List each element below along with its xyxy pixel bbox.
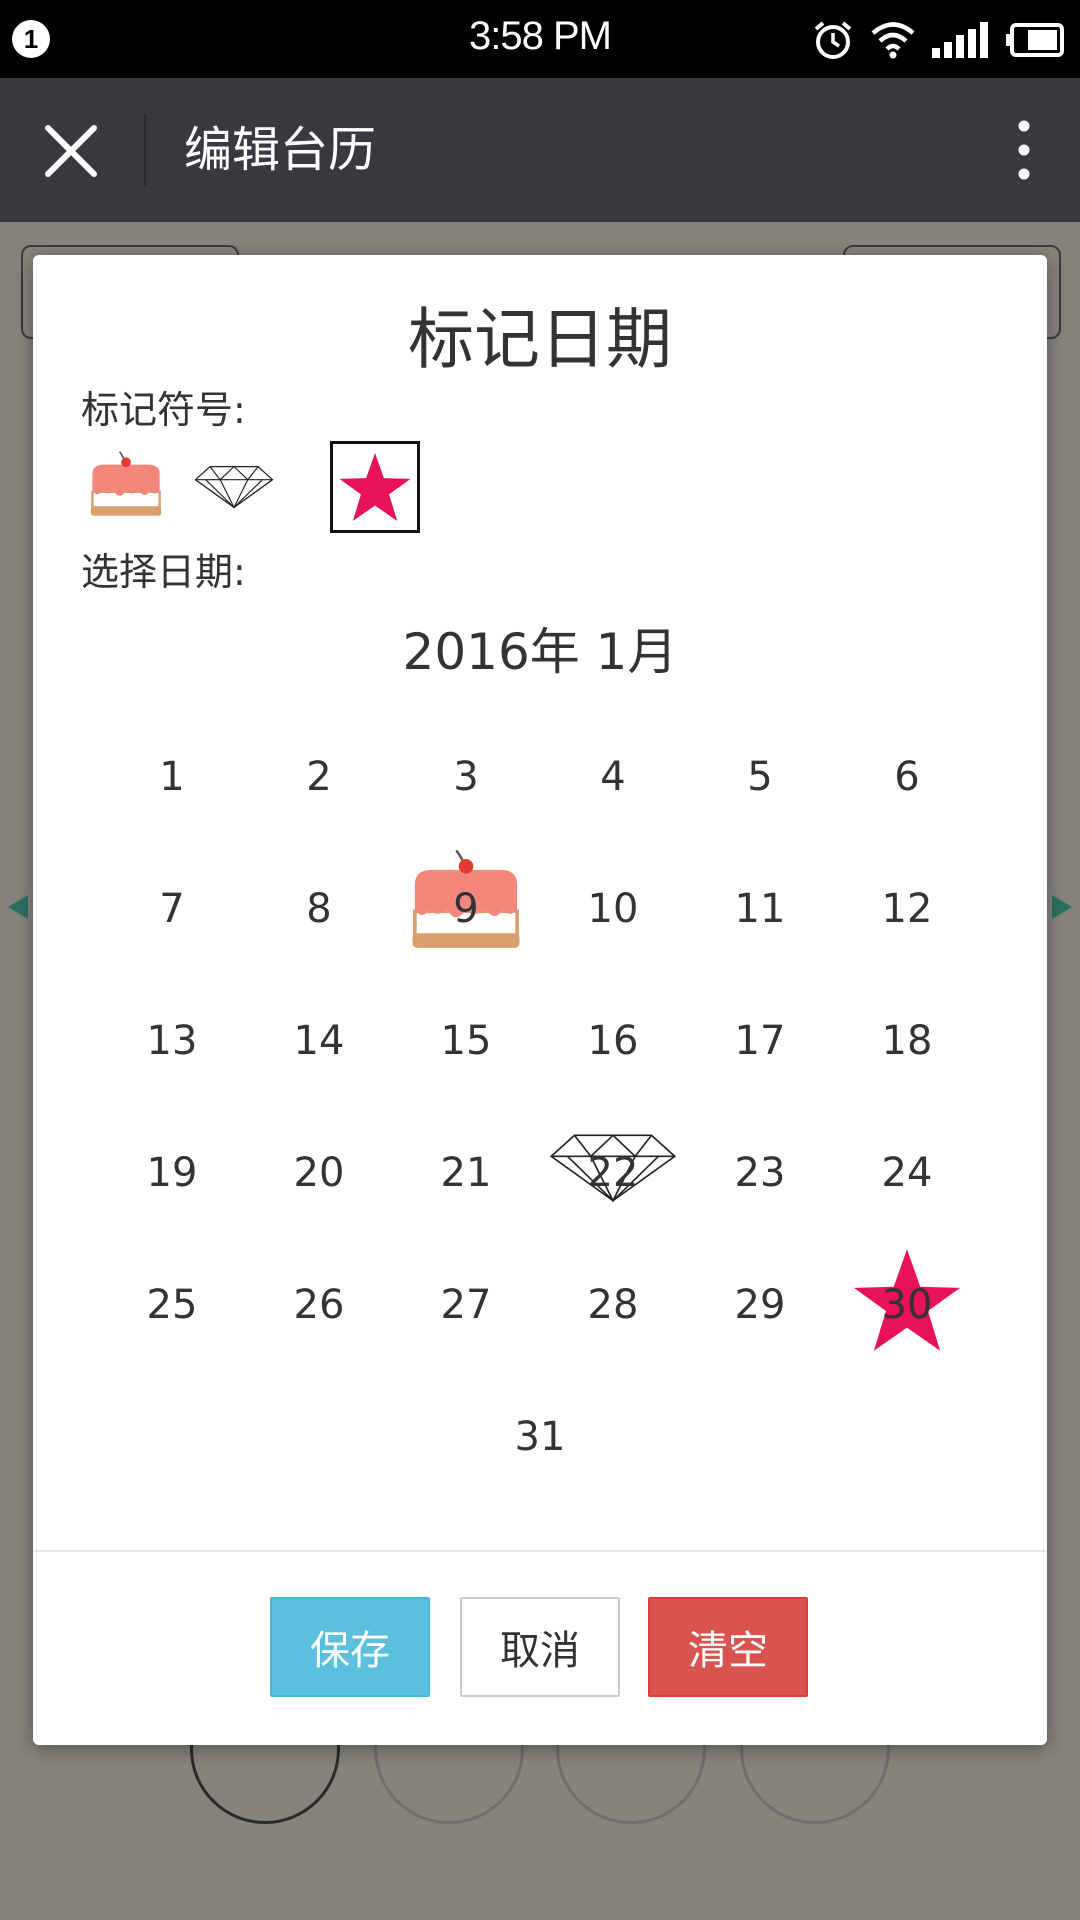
calendar-day-number: 16 [587,1018,639,1064]
calendar-day-number: 20 [293,1150,345,1196]
calendar-day-number: 18 [881,1018,933,1064]
calendar-day[interactable]: 15 [396,991,536,1091]
calendar-day[interactable]: 24 [837,1123,977,1223]
calendar-day[interactable]: 3 [396,727,536,827]
calendar-day[interactable]: 30 [837,1249,977,1355]
calendar-day[interactable]: 23 [690,1123,830,1223]
calendar-day[interactable]: 1 [102,727,242,827]
mark-date-dialog: 标记日期 标记符号: 选择日期: 2016年 1月 1 2 3 4 5 6 7 … [33,255,1047,1745]
calendar-day-number: 11 [734,886,786,932]
calendar-day-number: 9 [453,886,479,932]
more-vertical-icon[interactable] [1012,118,1036,182]
app-bar-divider [144,114,146,186]
calendar-day-number: 4 [600,754,626,800]
calendar-day-number: 28 [587,1282,639,1328]
calendar-day[interactable]: 29 [690,1255,830,1355]
calendar-day-number: 30 [881,1282,933,1328]
calendar-day-number: 31 [514,1414,566,1460]
calendar-day[interactable]: 19 [102,1123,242,1223]
calendar-day[interactable]: 14 [249,991,389,1091]
calendar-day[interactable]: 7 [102,859,242,959]
calendar-day-number: 27 [440,1282,492,1328]
calendar-day-number: 22 [587,1150,639,1196]
status-bar: 1 3:58 PM [0,0,1080,78]
cancel-button[interactable]: 取消 [460,1597,620,1697]
prev-arrow-icon [8,895,28,919]
calendar-day[interactable]: 9 [396,849,536,959]
calendar-day-number: 6 [894,754,920,800]
calendar-day-number: 29 [734,1282,786,1328]
calendar-day-number: 2 [306,754,332,800]
calendar-day[interactable]: 8 [249,859,389,959]
calendar-day[interactable]: 10 [543,859,683,959]
battery-icon [1006,23,1064,57]
calendar-day[interactable]: 17 [690,991,830,1091]
calendar-day-number: 13 [146,1018,198,1064]
calendar-day[interactable]: 26 [249,1255,389,1355]
calendar-day[interactable]: 21 [396,1123,536,1223]
clear-button[interactable]: 清空 [648,1597,808,1697]
calendar-day[interactable]: 28 [543,1255,683,1355]
calendar-day-number: 23 [734,1150,786,1196]
calendar-day-number: 24 [881,1150,933,1196]
calendar-day-number: 8 [306,886,332,932]
save-button[interactable]: 保存 [270,1597,430,1697]
calendar-day[interactable]: 4 [543,727,683,827]
calendar-day[interactable]: 25 [102,1255,242,1355]
calendar-day-number: 1 [159,754,185,800]
calendar-day[interactable]: 13 [102,991,242,1091]
calendar-day-number: 15 [440,1018,492,1064]
calendar-day-number: 14 [293,1018,345,1064]
alarm-icon [814,21,852,59]
calendar-day-number: 3 [453,754,479,800]
calendar-day[interactable]: 16 [543,991,683,1091]
app-bar: 编辑台历 [0,78,1080,222]
calendar-day[interactable]: 12 [837,859,977,959]
calendar-day[interactable]: 2 [249,727,389,827]
close-icon[interactable] [44,124,98,178]
calendar-day[interactable]: 6 [837,727,977,827]
calendar-day-number: 26 [293,1282,345,1328]
signal-icon [932,22,988,58]
calendar-day[interactable]: 20 [249,1123,389,1223]
calendar-day-number: 7 [159,886,185,932]
wifi-icon [871,22,915,59]
calendar-day[interactable]: 22 [543,1123,683,1223]
calendar-day-number: 19 [146,1150,198,1196]
calendar-day-number: 10 [587,886,639,932]
calendar-day-number: 21 [440,1150,492,1196]
calendar-day[interactable]: 31 [470,1387,610,1487]
calendar-day-number: 5 [747,754,773,800]
calendar-day-number: 25 [146,1282,198,1328]
dialog-divider [33,1550,1047,1552]
calendar-day[interactable]: 5 [690,727,830,827]
calendar-day-number: 12 [881,886,933,932]
next-arrow-icon [1052,895,1072,919]
calendar-day-number: 17 [734,1018,786,1064]
app-bar-title: 编辑台历 [184,122,377,178]
calendar-day[interactable]: 27 [396,1255,536,1355]
calendar-day[interactable]: 11 [690,859,830,959]
calendar-grid: 1 2 3 4 5 6 7 8 9 10 11 12 13 14 15 16 17 18 19 20 21 22 23 24 2… [33,255,1047,1745]
calendar-day[interactable]: 18 [837,991,977,1091]
